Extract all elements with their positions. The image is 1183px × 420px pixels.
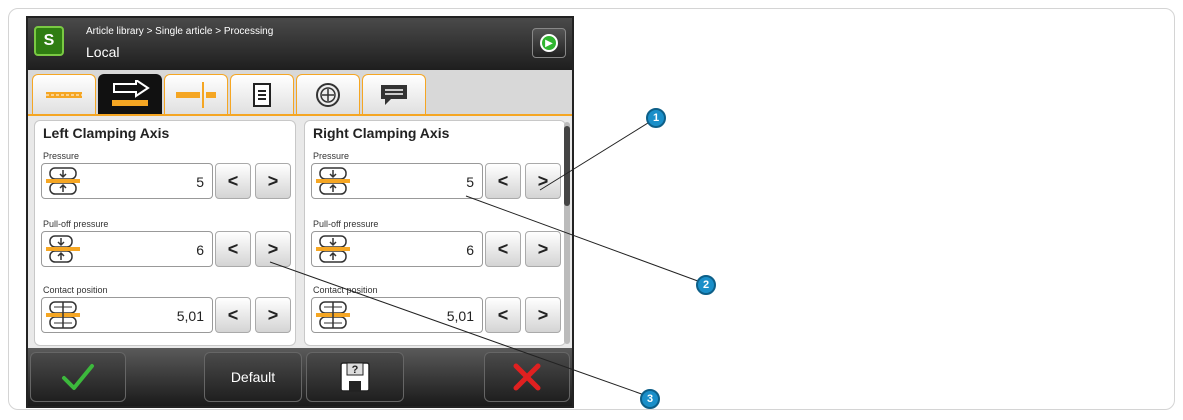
leader-line-1 (539, 117, 657, 191)
callout-marker-2: 2 (696, 275, 716, 295)
callout-marker-3: 3 (640, 389, 660, 409)
leader-line-2 (465, 195, 707, 285)
callout-marker-1: 1 (646, 108, 666, 128)
callout-leader-lines (269, 117, 707, 398)
leader-line-3 (269, 261, 651, 398)
